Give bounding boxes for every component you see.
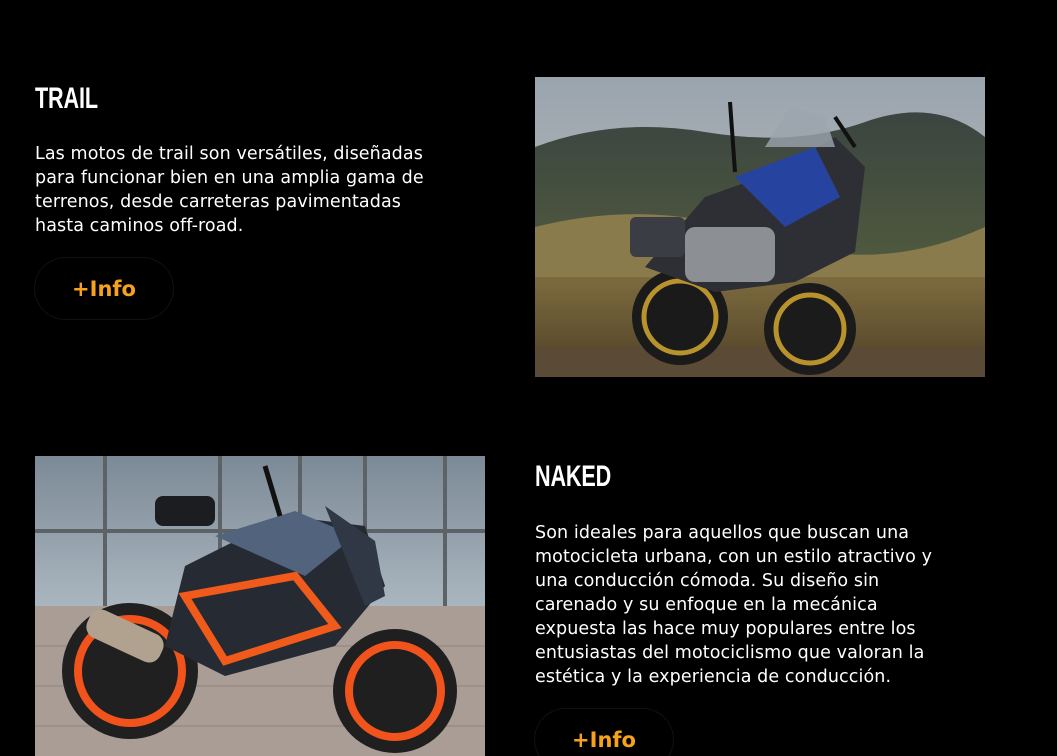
trail-title: TRAIL bbox=[35, 82, 98, 115]
naked-description: Son ideales para aquellos que buscan una… bbox=[535, 521, 995, 689]
trail-description-line: Las motos de trail son versátiles, diseñ… bbox=[35, 144, 423, 164]
naked-description-line: estética y la experiencia de conducción. bbox=[535, 667, 892, 687]
naked-description-line: carenado y su enfoque en la mecánica bbox=[535, 595, 878, 615]
naked-description-line: entusiastas del motociclismo que valoran… bbox=[535, 643, 925, 663]
trail-description-line: para funcionar bien en una amplia gama d… bbox=[35, 168, 424, 188]
naked-motorcycle-photo bbox=[35, 456, 485, 756]
naked-description-line: motocicleta urbana, con un estilo atract… bbox=[535, 547, 933, 567]
naked-description-line: Son ideales para aquellos que buscan una bbox=[535, 523, 910, 543]
trail-description-line: terrenos, desde carreteras pavimentadas bbox=[35, 192, 401, 212]
naked-motorcycle-image bbox=[35, 456, 485, 756]
trail-motorcycle-photo bbox=[535, 77, 985, 377]
page: TRAIL Las motos de trail son versátiles,… bbox=[0, 0, 1057, 756]
trail-description: Las motos de trail son versátiles, diseñ… bbox=[35, 142, 495, 238]
trail-description-line: hasta caminos off-road. bbox=[35, 216, 244, 236]
naked-description-line: una conducción cómoda. Su diseño sin bbox=[535, 571, 880, 591]
adventure-motorcycle-image bbox=[535, 77, 985, 377]
trail-info-button[interactable]: +Info bbox=[35, 258, 173, 319]
naked-title: NAKED bbox=[535, 460, 612, 493]
naked-info-button[interactable]: +Info bbox=[535, 709, 673, 756]
naked-description-line: expuesta las hace muy populares entre lo… bbox=[535, 619, 916, 639]
